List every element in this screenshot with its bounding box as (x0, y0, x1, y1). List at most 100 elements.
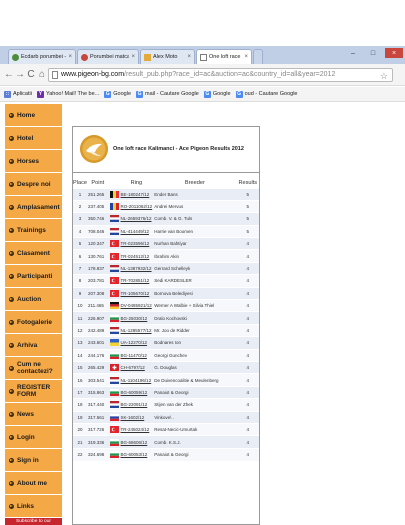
sidebar-item-label: Arhiva (17, 341, 38, 349)
sidebar-item-clasament[interactable]: Clasament (5, 242, 62, 265)
maximize-icon[interactable]: □ (367, 48, 379, 58)
tab-label: Ecdarb porumbei - Club (21, 54, 67, 60)
sidebar-item-register-form[interactable]: REGISTER FORM (5, 380, 62, 403)
col-header-point: Point (91, 180, 105, 187)
table-row: 8 203.781 TR-702851/12 Sedi KARDESLER 4 (73, 274, 259, 288)
bookmark-item[interactable]: G Google (203, 90, 231, 98)
bookmark-item[interactable]: G Google (104, 90, 132, 98)
sidebar-item-sign-in[interactable]: Sign in (5, 449, 62, 472)
place-cell: 9 (73, 286, 87, 300)
browser-tab-1[interactable]: Ecdarb porumbei - Club × (8, 49, 76, 64)
sidebar-item-auction[interactable]: Auction (5, 288, 62, 311)
ring-link[interactable]: BG-68606/12 (119, 435, 154, 449)
sidebar-item-hotel[interactable]: Hotel (5, 127, 62, 150)
forward-arrow-icon[interactable]: → (15, 69, 25, 80)
sidebar-item-home[interactable]: Home (5, 104, 62, 127)
ring-link[interactable]: CH-6797/12 (119, 360, 154, 374)
flag-cell (108, 348, 120, 362)
ring-link[interactable]: BG-22091/12 (119, 398, 154, 412)
arrow-bullet-icon (9, 112, 14, 118)
url-input[interactable]: www.pigeon-bg.com/result_pub.php?race_id… (48, 68, 393, 82)
breeder-cell: De Duivencoalitie & Meulenberg (153, 373, 237, 387)
result-cell: 4 (236, 323, 259, 337)
sidebar-item-cum-ne-contactezi[interactable]: Cum ne contactezi? (5, 357, 62, 380)
ring-link[interactable]: NL-1104196/12 (119, 373, 154, 387)
sidebar-item-despre-noi[interactable]: Despre noi (5, 173, 62, 196)
flag-cell (108, 435, 120, 449)
country-flag-icon (109, 227, 119, 235)
bookmark-item[interactable]: :: Aplicatii (4, 90, 32, 98)
place-cell: 7 (73, 261, 87, 275)
point-cell: 178.837 (87, 261, 109, 275)
window-close-icon[interactable]: × (385, 48, 403, 58)
table-row: 3 350.746 NL-2659376/12 Comb. V. & G. Tuls 5 (73, 212, 259, 226)
bookmark-label: Google (113, 91, 132, 97)
sidebar-item-login[interactable]: Login (5, 426, 62, 449)
sidebar-item-fotogalerie[interactable]: Fotogalerie (5, 311, 62, 334)
back-arrow-icon[interactable]: ← (4, 69, 14, 80)
close-tab-icon[interactable]: × (244, 54, 248, 60)
ring-link[interactable]: TR-105670/12 (119, 286, 154, 300)
point-cell: 203.781 (87, 274, 109, 288)
newsletter-subscribe-button[interactable]: Subscribe to our Newsletter (5, 518, 62, 525)
ring-link[interactable]: BG-60059/12 (119, 385, 154, 399)
table-row: 21 319.336 BG-68606/12 Comb. K.S.J. 4 (73, 435, 259, 449)
bookmark-star-icon[interactable]: ☆ (380, 70, 388, 81)
browser-tab-3[interactable]: Alex Moto × (140, 49, 195, 64)
ring-link[interactable]: BG-25030/12 (119, 311, 154, 325)
ring-link[interactable]: NL-1387932/12 (119, 261, 154, 275)
flag-cell (108, 360, 120, 374)
close-tab-icon[interactable]: × (131, 54, 135, 60)
reload-icon[interactable]: C (26, 69, 36, 80)
ring-link[interactable]: NL-414449/12 (119, 224, 154, 238)
browser-tab-4-active[interactable]: One loft race Kalimanci × (196, 49, 252, 64)
country-flag-icon (109, 190, 119, 198)
sidebar-item-amplasament[interactable]: Amplasament (5, 196, 62, 219)
table-row: 5 120.347 TR-023596/12 Nurhan Bahtiyar 4 (73, 237, 259, 250)
close-tab-icon[interactable]: × (68, 54, 72, 60)
ring-link[interactable]: TR-024512/12 (119, 249, 154, 263)
close-tab-icon[interactable]: × (187, 54, 191, 60)
bookmark-item[interactable]: Y Yahoo! Mail! The be... (36, 90, 99, 98)
ring-link[interactable]: TR-023596/12 (119, 237, 154, 250)
bookmark-favicon-icon: Y (36, 90, 44, 98)
point-cell: 226.907 (87, 311, 109, 325)
ring-link[interactable]: TR-245024/12 (119, 422, 154, 436)
sidebar-nav: Home Hotel Horses Despre noi Amplasament Trai… (5, 104, 62, 525)
ring-link[interactable]: SK-1602/12 (119, 410, 154, 424)
bookmark-item[interactable]: Gmail - Cautare Google (136, 90, 199, 98)
sidebar-item-horses[interactable]: Horses (5, 150, 62, 173)
bookmark-favicon-icon: G (235, 90, 243, 98)
sidebar-item-participanti[interactable]: Participanti (5, 265, 62, 288)
result-cell: 4 (236, 336, 259, 350)
sidebar-item-trainings[interactable]: Trainings (5, 219, 62, 242)
home-icon[interactable]: ⌂ (37, 69, 47, 80)
ring-link[interactable]: BE-180247/12 (119, 187, 154, 201)
bookmark-item[interactable]: Goud - Cautare Google (235, 90, 297, 98)
country-flag-icon (109, 277, 119, 285)
ring-link[interactable]: UA-12270/12 (119, 336, 154, 350)
result-cell: 4 (236, 410, 259, 424)
sidebar-item-links[interactable]: Links (5, 495, 62, 518)
ring-link[interactable]: BG-11470/12 (119, 348, 154, 362)
arrow-bullet-icon (9, 204, 14, 210)
sidebar-item-arhiva[interactable]: Arhiva (5, 334, 62, 357)
address-bar-row: ← → C ⌂ www.pigeon-bg.com/result_pub.php… (0, 64, 405, 86)
table-row: 4 708.046 NL-414449/12 Harrie van Boomen 5 (73, 224, 259, 238)
ring-link[interactable]: NL-2659376/12 (119, 212, 154, 226)
browser-tab-2[interactable]: Porumbei matca - Inbreu × (77, 49, 139, 64)
point-cell: 708.046 (87, 224, 109, 238)
ring-link[interactable]: NL-1285577/12 (119, 323, 154, 337)
minimize-icon[interactable]: – (347, 48, 359, 58)
arrow-bullet-icon (9, 250, 14, 256)
bookmark-favicon-icon: G (136, 90, 144, 98)
ring-link[interactable]: DV-0485921/12 (119, 298, 154, 312)
breeder-cell: Nurhan Bahtiyar (153, 237, 237, 250)
ring-link[interactable]: RO-2011062/12 (119, 199, 154, 213)
ring-link[interactable]: TR-702851/12 (119, 274, 154, 288)
sidebar-item-news[interactable]: News (5, 403, 62, 426)
ring-link[interactable]: BG-60053/12 (119, 447, 154, 461)
sidebar-item-about-me[interactable]: About me (5, 472, 62, 495)
new-tab-button[interactable] (253, 49, 263, 64)
arrow-bullet-icon (9, 457, 14, 463)
